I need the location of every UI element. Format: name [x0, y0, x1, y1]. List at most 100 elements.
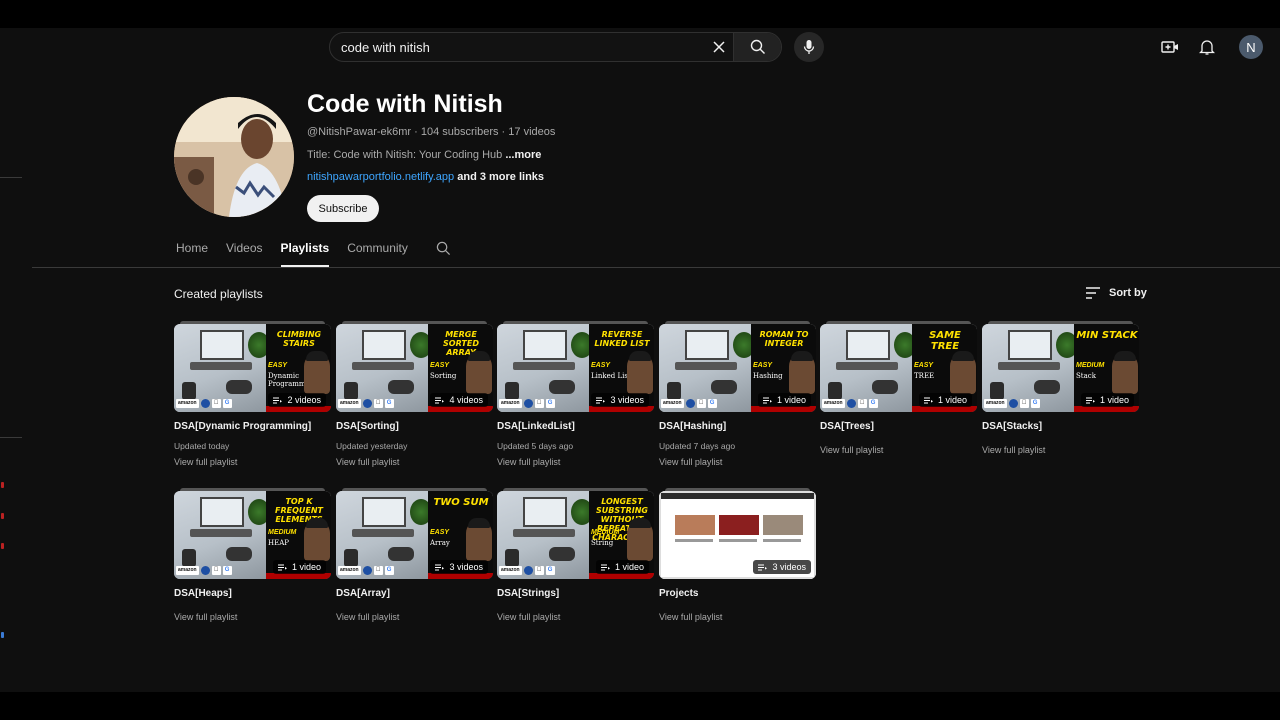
- create-button[interactable]: [1157, 34, 1183, 60]
- playlist-thumbnail[interactable]: REVERSE LINKED LIST EASY Linked List ama…: [497, 324, 654, 412]
- google-logo-icon: G: [707, 399, 717, 408]
- apple-logo-icon: : [373, 566, 383, 575]
- playlist-card[interactable]: TWO SUM EASY Array amazon  G 3 videos D…: [336, 488, 493, 622]
- presenter-photo: [466, 351, 492, 394]
- google-logo-icon: G: [222, 566, 232, 575]
- sort-icon: [1086, 287, 1100, 299]
- video-count-badge: 1 video: [595, 560, 649, 574]
- playlist-thumbnail[interactable]: ROMAN TO INTEGER EASY Hashing amazon  G…: [659, 324, 816, 412]
- channel-description[interactable]: Title: Code with Nitish: Your Coding Hub…: [307, 149, 541, 161]
- portfolio-link[interactable]: nitishpawarportfolio.netlify.app: [307, 171, 454, 183]
- amazon-logo-icon: amazon: [499, 566, 522, 575]
- view-full-playlist-link[interactable]: View full playlist: [174, 457, 331, 467]
- playlist-title[interactable]: DSA[Array]: [336, 588, 493, 599]
- playlist-card[interactable]: REVERSE LINKED LIST EASY Linked List ama…: [497, 321, 654, 467]
- view-full-playlist-link[interactable]: View full playlist: [982, 445, 1139, 455]
- tab-community[interactable]: Community: [347, 241, 408, 267]
- playlist-title[interactable]: DSA[LinkedList]: [497, 421, 654, 432]
- view-full-playlist-link[interactable]: View full playlist: [336, 457, 493, 467]
- view-full-playlist-link[interactable]: View full playlist: [336, 612, 493, 622]
- description-text: Title: Code with Nitish: Your Coding Hub: [307, 149, 503, 161]
- playlist-card[interactable]: ROMAN TO INTEGER EASY Hashing amazon  G…: [659, 321, 816, 467]
- playlist-card[interactable]: CLIMBING STAIRS EASY Dynamic Programming…: [174, 321, 331, 467]
- playlist-card[interactable]: 3 videos Projects View full playlist: [659, 488, 816, 622]
- playlist-card[interactable]: TOP K FREQUENT ELEMENTS MEDIUM HEAP amaz…: [174, 488, 331, 622]
- voice-search-button[interactable]: [794, 32, 824, 62]
- description-more-link[interactable]: ...more: [505, 149, 541, 161]
- playlist-thumbnail[interactable]: TOP K FREQUENT ELEMENTS MEDIUM HEAP amaz…: [174, 491, 331, 579]
- playlist-thumbnail[interactable]: 3 videos: [659, 491, 816, 579]
- account-avatar[interactable]: N: [1239, 35, 1263, 59]
- edge-marker: [1, 482, 4, 488]
- playlist-thumbnail[interactable]: SAME TREE EASY TREE amazon  G 1 video: [820, 324, 977, 412]
- playlist-card[interactable]: MERGE SORTED ARRAY EASY Sorting amazon …: [336, 321, 493, 467]
- channel-avatar: [174, 97, 294, 217]
- playlist-icon: [762, 397, 772, 403]
- thumbnail-title: SAME TREE: [929, 330, 961, 352]
- company-logo-icon: [362, 399, 372, 408]
- thumbnail-difficulty: MEDIUM: [591, 529, 620, 536]
- playlist-thumbnail[interactable]: MIN STACK MEDIUM Stack amazon  G 1 vide…: [982, 324, 1139, 412]
- channel-meta: @NitishPawar-ek6mr · 104 subscribers · 1…: [307, 126, 556, 138]
- playlist-title[interactable]: DSA[Stacks]: [982, 421, 1139, 432]
- search-button[interactable]: [733, 33, 781, 61]
- apple-logo-icon: : [211, 399, 221, 408]
- tab-videos[interactable]: Videos: [226, 241, 262, 267]
- search-input[interactable]: [330, 33, 705, 61]
- view-full-playlist-link[interactable]: View full playlist: [174, 612, 331, 622]
- playlist-title[interactable]: Projects: [659, 588, 816, 599]
- view-full-playlist-link[interactable]: View full playlist: [820, 445, 977, 455]
- presenter-photo: [304, 351, 330, 394]
- presenter-photo: [627, 518, 653, 561]
- playlist-card[interactable]: MIN STACK MEDIUM Stack amazon  G 1 vide…: [982, 321, 1139, 455]
- playlist-thumbnail[interactable]: CLIMBING STAIRS EASY Dynamic Programming…: [174, 324, 331, 412]
- playlist-thumbnail[interactable]: LONGEST SUBSTRING WITHOUT REPEATING CHAR…: [497, 491, 654, 579]
- youtube-app: N Code with Nitish @NitishPawar-ek6mr · …: [0, 28, 1280, 692]
- video-count-badge: 1 video: [757, 393, 811, 407]
- playlist-icon: [600, 564, 610, 570]
- thumbnail-title: MIN STACK: [1076, 330, 1138, 341]
- playlist-title[interactable]: DSA[Dynamic Programming]: [174, 421, 331, 432]
- thumbnail-topic: String: [591, 539, 614, 547]
- playlist-thumbnail[interactable]: MERGE SORTED ARRAY EASY Sorting amazon …: [336, 324, 493, 412]
- view-full-playlist-link[interactable]: View full playlist: [497, 612, 654, 622]
- playlist-card[interactable]: SAME TREE EASY TREE amazon  G 1 video D…: [820, 321, 977, 455]
- apple-logo-icon: : [534, 399, 544, 408]
- view-full-playlist-link[interactable]: View full playlist: [659, 612, 816, 622]
- tab-home[interactable]: Home: [176, 241, 208, 267]
- view-full-playlist-link[interactable]: View full playlist: [659, 457, 816, 467]
- playlist-title[interactable]: DSA[Strings]: [497, 588, 654, 599]
- playlist-title[interactable]: DSA[Trees]: [820, 421, 977, 432]
- notifications-button[interactable]: [1194, 34, 1220, 60]
- playlist-icon: [596, 397, 606, 403]
- playlist-icon: [435, 564, 445, 570]
- playlist-thumbnail[interactable]: TWO SUM EASY Array amazon  G 3 videos: [336, 491, 493, 579]
- sort-by-button[interactable]: Sort by: [1085, 286, 1147, 300]
- company-logo-icon: [685, 399, 695, 408]
- video-count-badge: 3 videos: [753, 560, 811, 574]
- playlist-title[interactable]: DSA[Heaps]: [174, 588, 331, 599]
- google-logo-icon: G: [545, 399, 555, 408]
- playlist-card[interactable]: LONGEST SUBSTRING WITHOUT REPEATING CHAR…: [497, 488, 654, 622]
- company-logos: amazon  G: [338, 566, 394, 575]
- amazon-logo-icon: amazon: [176, 566, 199, 575]
- company-logos: amazon  G: [338, 399, 394, 408]
- playlist-icon: [273, 397, 283, 403]
- playlist-title[interactable]: DSA[Sorting]: [336, 421, 493, 432]
- video-count: 2 videos: [287, 395, 321, 405]
- thumbnail-title: REVERSE LINKED LIST: [594, 330, 650, 348]
- subscribe-button[interactable]: Subscribe: [307, 195, 379, 222]
- edge-marker: [1, 632, 4, 638]
- presenter-photo: [627, 351, 653, 394]
- playlist-title[interactable]: DSA[Hashing]: [659, 421, 816, 432]
- thumbnail-title: TWO SUM: [433, 497, 489, 508]
- channel-search-icon[interactable]: [436, 241, 452, 257]
- company-logo-icon: [846, 399, 856, 408]
- thumbnail-topic: Sorting: [430, 372, 457, 380]
- company-logos: amazon  G: [984, 399, 1040, 408]
- view-full-playlist-link[interactable]: View full playlist: [497, 457, 654, 467]
- thumbnail-difficulty: EASY: [914, 362, 934, 369]
- clear-search-icon[interactable]: [705, 33, 733, 61]
- tab-playlists[interactable]: Playlists: [280, 241, 329, 267]
- more-links-button[interactable]: and 3 more links: [457, 171, 544, 183]
